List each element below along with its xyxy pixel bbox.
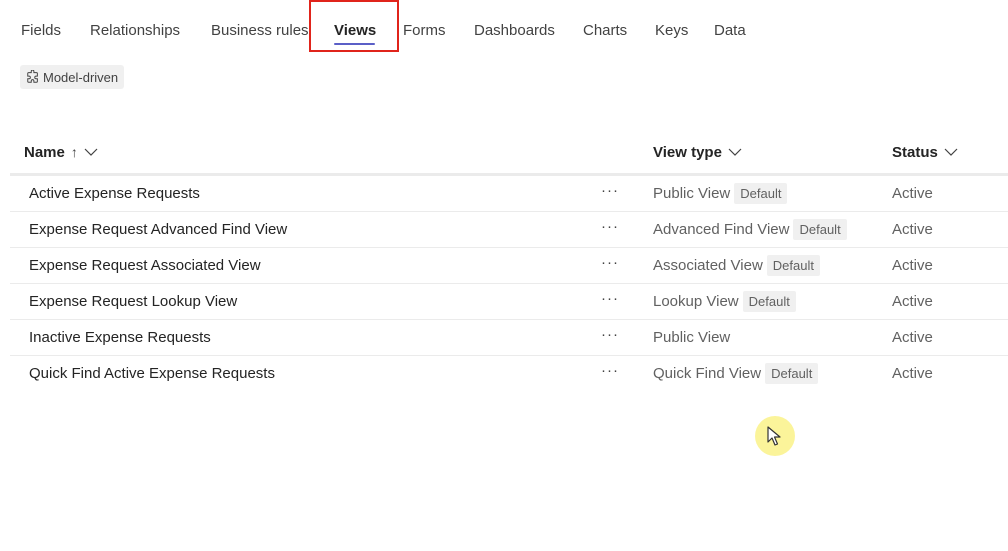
more-options-button[interactable]: ··· xyxy=(598,320,622,355)
more-options-button[interactable]: ··· xyxy=(598,212,622,247)
view-type-cell: Public View xyxy=(653,320,730,355)
views-table-body: Active Expense Requests ··· Public View … xyxy=(10,176,1008,391)
status-cell: Active xyxy=(892,257,933,274)
status-cell: Active xyxy=(892,185,933,202)
view-type-cell: Public View Default xyxy=(653,176,788,211)
status-cell: Active xyxy=(892,221,933,238)
model-driven-chip[interactable]: Model-driven xyxy=(20,65,125,89)
chevron-down-icon xyxy=(84,144,98,161)
more-options-button[interactable]: ··· xyxy=(598,356,622,391)
active-tab-indicator xyxy=(334,43,375,45)
tab-charts[interactable]: Charts xyxy=(583,20,627,42)
mouse-pointer-icon xyxy=(767,426,781,451)
tab-relationships[interactable]: Relationships xyxy=(90,20,180,42)
view-type: Public View xyxy=(653,329,731,346)
table-row[interactable]: Inactive Expense Requests ··· Public Vie… xyxy=(10,320,1008,356)
table-row[interactable]: Active Expense Requests ··· Public View … xyxy=(10,176,1008,212)
sort-ascending-icon: ↑ xyxy=(70,144,78,160)
view-type-cell: Lookup View Default xyxy=(653,284,796,319)
tab-data[interactable]: Data xyxy=(714,20,746,42)
puzzle-icon xyxy=(26,70,40,84)
column-header-view-type[interactable]: View type xyxy=(653,142,742,162)
tab-business-rules[interactable]: Business rules xyxy=(211,20,309,42)
view-type: Associated View xyxy=(653,257,763,274)
default-badge: Default xyxy=(793,219,847,240)
view-name[interactable]: Expense Request Lookup View xyxy=(29,284,237,319)
more-options-button[interactable]: ··· xyxy=(598,176,622,211)
default-badge: Default xyxy=(766,255,820,276)
tab-keys[interactable]: Keys xyxy=(655,20,688,42)
view-type-cell: Quick Find View Default xyxy=(653,356,819,391)
view-name[interactable]: Inactive Expense Requests xyxy=(29,320,211,355)
view-name[interactable]: Quick Find Active Expense Requests xyxy=(29,356,275,391)
view-type: Advanced Find View xyxy=(653,221,790,238)
default-badge: Default xyxy=(765,363,819,384)
table-row[interactable]: Expense Request Associated View ··· Asso… xyxy=(10,248,1008,284)
view-type: Public View xyxy=(653,185,731,202)
tab-dashboards[interactable]: Dashboards xyxy=(474,20,555,42)
view-type: Lookup View xyxy=(653,293,739,310)
column-header-status[interactable]: Status xyxy=(892,142,958,162)
views-page: Fields Relationships Business rules View… xyxy=(0,0,1008,551)
column-header-name[interactable]: Name ↑ xyxy=(24,142,98,162)
tab-fields[interactable]: Fields xyxy=(21,20,61,42)
status-cell: Active xyxy=(892,293,933,310)
default-badge: Default xyxy=(742,291,796,312)
view-type-cell: Associated View Default xyxy=(653,248,820,283)
table-row[interactable]: Expense Request Advanced Find View ··· A… xyxy=(10,212,1008,248)
view-type-cell: Advanced Find View Default xyxy=(653,212,847,247)
view-name[interactable]: Expense Request Associated View xyxy=(29,248,261,283)
view-name[interactable]: Expense Request Advanced Find View xyxy=(29,212,287,247)
table-row[interactable]: Quick Find Active Expense Requests ··· Q… xyxy=(10,356,1008,391)
tab-forms[interactable]: Forms xyxy=(403,20,446,42)
status-cell: Active xyxy=(892,365,933,382)
views-table-header: Name ↑ View type Status xyxy=(10,132,1008,172)
chevron-down-icon xyxy=(944,144,958,161)
chevron-down-icon xyxy=(728,144,742,161)
view-type: Quick Find View xyxy=(653,365,762,382)
more-options-button[interactable]: ··· xyxy=(598,284,622,319)
table-tabs: Fields Relationships Business rules View… xyxy=(0,0,1008,62)
status-cell: Active xyxy=(892,329,933,346)
chip-label: Model-driven xyxy=(43,69,119,85)
table-row[interactable]: Expense Request Lookup View ··· Lookup V… xyxy=(10,284,1008,320)
view-name[interactable]: Active Expense Requests xyxy=(29,176,200,211)
default-badge: Default xyxy=(734,183,788,204)
more-options-button[interactable]: ··· xyxy=(598,248,622,283)
tab-views[interactable]: Views xyxy=(334,20,376,42)
